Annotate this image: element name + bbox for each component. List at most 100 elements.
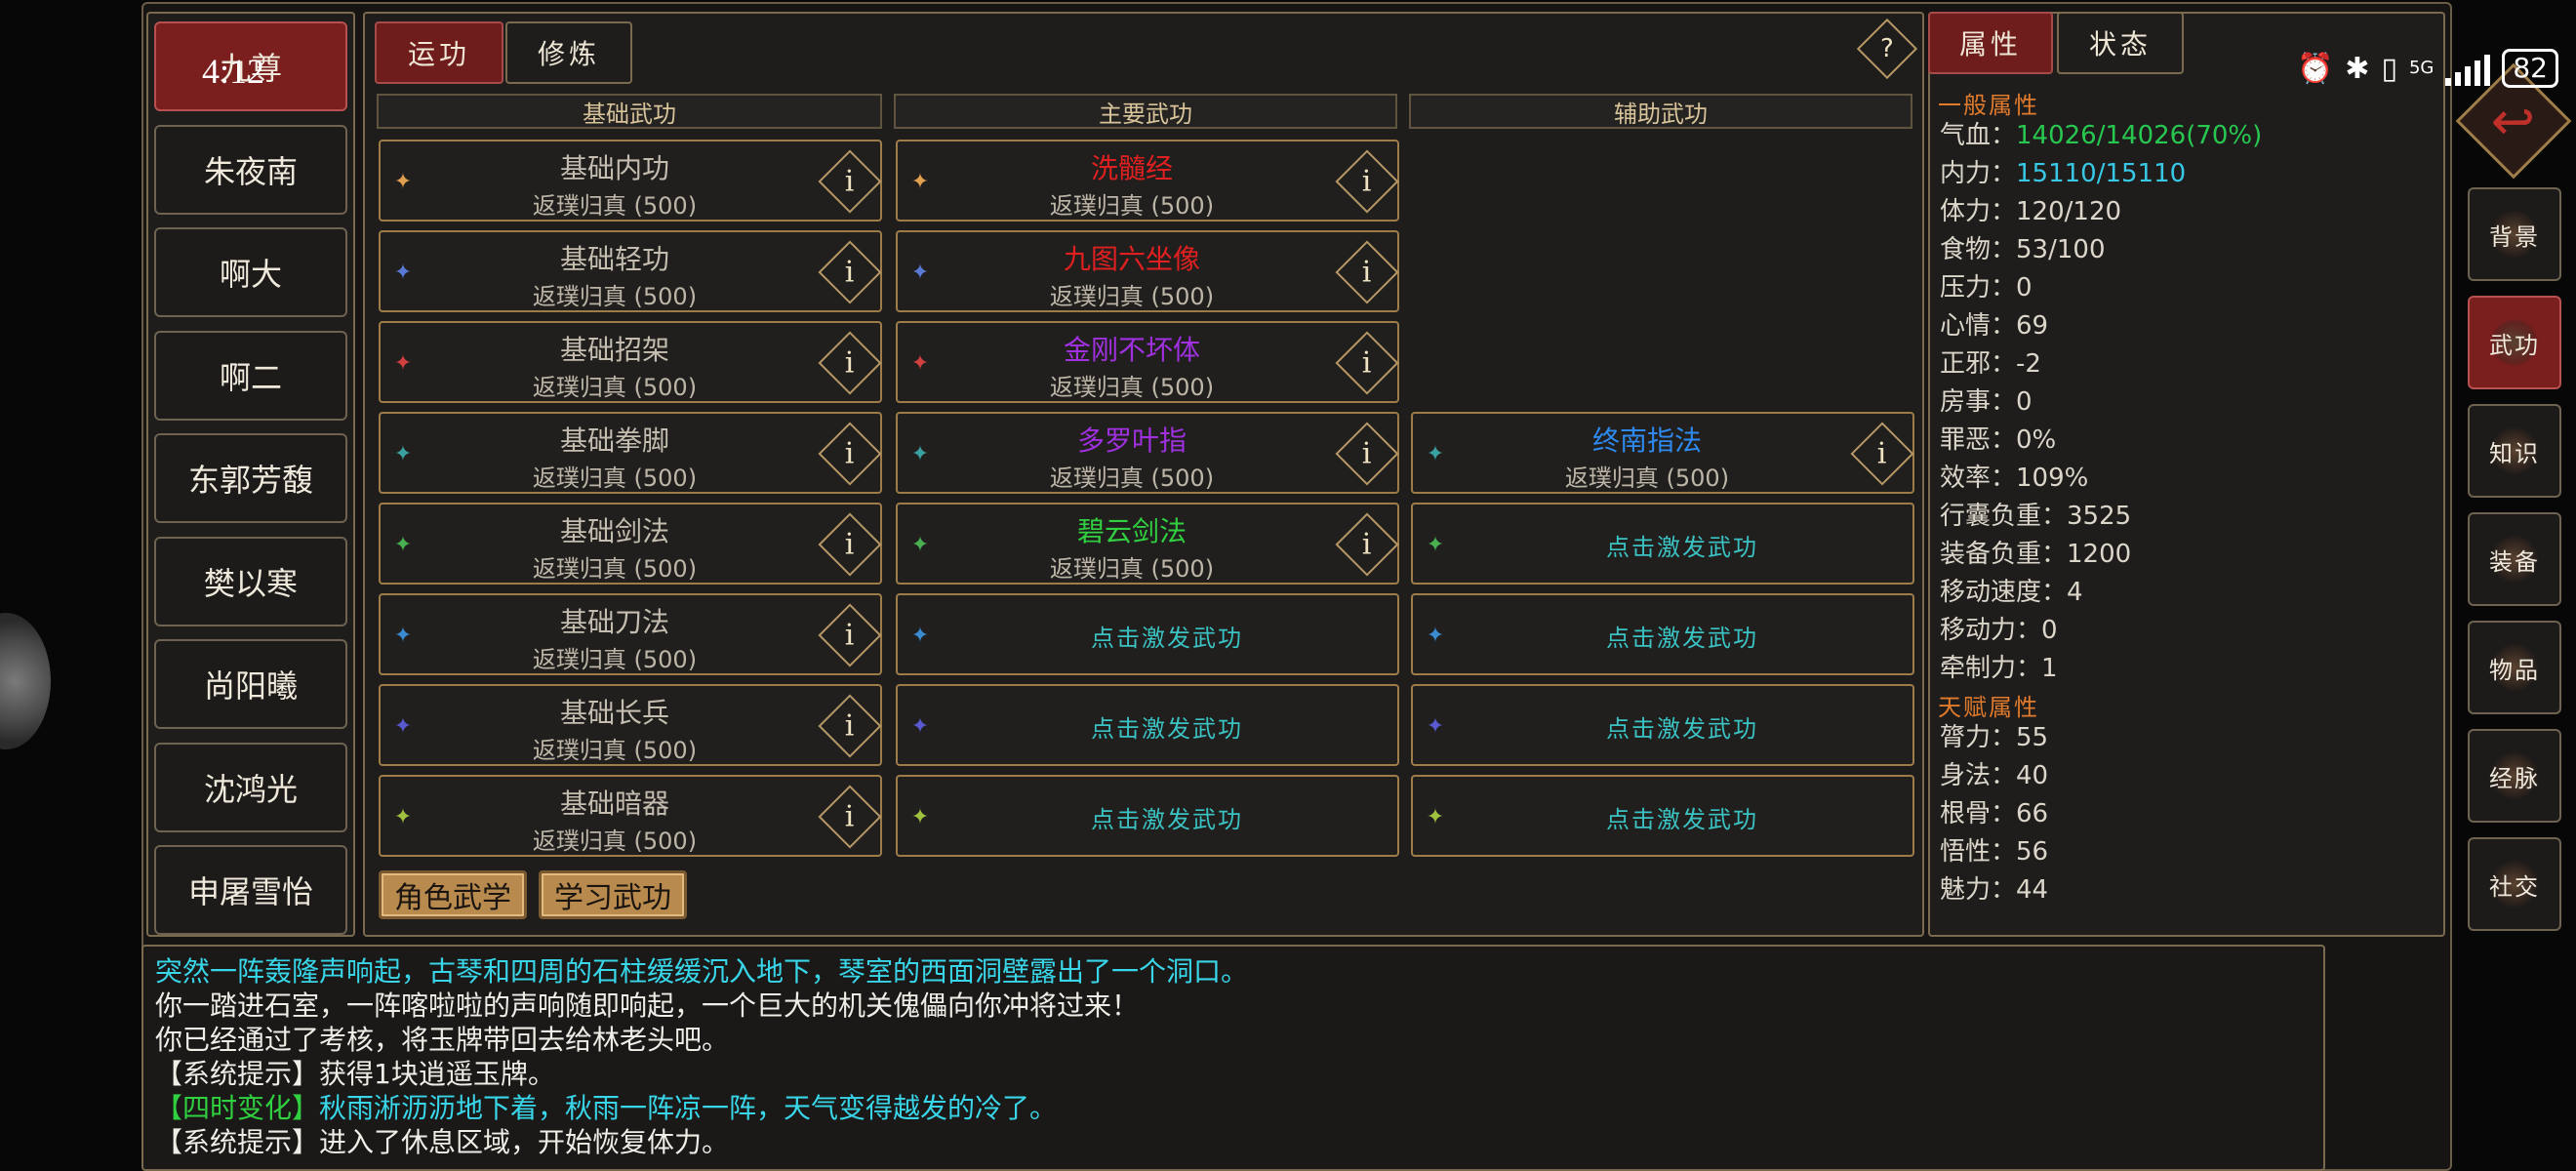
side-menu-button[interactable]: 武功 [2468,296,2561,389]
battery-indicator: 82 [2502,49,2558,88]
basic-skill-slot[interactable]: ✦ 基础拳脚 返璞归真 (500) i [379,412,882,494]
side-menu-button[interactable]: 经脉 [2468,729,2561,823]
character-button[interactable]: 啊二 [154,330,347,421]
blade-icon: ✦ [393,623,413,648]
tab-practice[interactable]: 运功 [375,21,503,84]
side-menu-button[interactable]: 知识 [2468,404,2561,498]
attribute-value: 109% [2016,464,2089,493]
info-button[interactable]: i [1335,331,1399,395]
attribute-value: 120/120 [2016,197,2122,226]
character-name: 啊大 [219,256,282,293]
column-header-basic: 基础武功 [377,94,882,129]
skill-level: 返璞归真 (500) [532,374,698,401]
attribute-label: 魅力： [1940,875,2017,905]
sword-icon: ✦ [393,532,413,557]
info-icon: i [845,255,855,290]
info-button[interactable]: i [818,694,882,758]
info-button[interactable]: i [1850,422,1914,486]
skill-name: 终南指法 [1591,424,1702,457]
attribute-row: 装备负重：1200 [1940,534,2131,570]
aux-skill-slot[interactable]: ✦ 终南指法 返璞归真 (500) i [1411,412,1914,494]
info-button[interactable]: i [818,240,882,304]
info-button[interactable]: i [1335,149,1399,214]
info-icon: i [1362,345,1372,381]
side-menu-button[interactable]: 背景 [2468,187,2561,281]
side-menu-button[interactable]: 装备 [2468,512,2561,606]
skill-name: 基础长兵 [559,697,669,729]
character-button[interactable]: 朱夜南 [154,124,347,215]
main-skill-slot[interactable]: ✦ 洗髓经 返璞归真 (500) i [896,140,1399,222]
skill-name: 基础暗器 [559,787,669,820]
character-button[interactable]: 啊大 [154,227,347,317]
attribute-value: 15110/15110 [2016,159,2187,188]
aux-skill-slot[interactable]: ✦ 点击激发武功 [1411,503,1914,585]
info-button[interactable]: i [818,785,882,849]
attribute-row: 体力：120/120 [1940,191,2121,227]
basic-skill-slot[interactable]: ✦ 基础暗器 返璞归真 (500) i [379,775,882,857]
attribute-label: 根骨： [1940,799,2017,828]
sword-icon: ✦ [910,532,930,557]
main-skill-slot[interactable]: ✦ 九图六坐像 返璞归真 (500) i [896,230,1399,312]
basic-skill-slot[interactable]: ✦ 基础剑法 返璞归真 (500) i [379,503,882,585]
main-skill-slot[interactable]: ✦ 点击激发武功 [896,593,1399,675]
aux-skill-slot[interactable]: ✦ 点击激发武功 [1411,775,1914,857]
main-skill-slot[interactable]: ✦ 多罗叶指 返璞归真 (500) i [896,412,1399,494]
main-skill-slot[interactable]: ✦ 碧云剑法返璞归真 (500) i [896,503,1399,585]
aux-skill-slot[interactable]: ✦ 点击激发武功 [1411,593,1914,675]
info-icon: i [1362,164,1372,199]
character-button[interactable]: 尚阳曦 [154,639,347,729]
basic-skill-slot[interactable]: ✦ 基础刀法 返璞归真 (500) i [379,593,882,675]
character-martial-button[interactable]: 角色武学 [379,870,527,919]
attribute-label: 悟性： [1940,837,2017,867]
attribute-label: 装备负重： [1940,540,2068,569]
skill-level: 返璞归真 (500) [1049,464,1215,492]
main-skill-slot[interactable]: ✦ 点击激发武功 [896,775,1399,857]
attributes-scroll-area[interactable]: 一般属性 气血：14026/14026(70%) 内力：15110/15110 体力：… [1928,78,2445,933]
back-arrow-icon: ↩ [2491,90,2536,152]
log-line: 你一踏进石室，一阵喀啦啦的声响随即响起，一个巨大的机关傀儡向你冲将过来！ [155,989,2312,1023]
attribute-row: 气血：14026/14026(70%) [1940,115,2262,151]
info-button[interactable]: i [818,603,882,667]
attribute-row: 罪恶：0% [1940,420,2056,456]
info-button[interactable]: i [1335,422,1399,486]
message-log[interactable]: 突然一阵轰隆声响起，古琴和四周的石柱缓缓沉入地下，琴室的西面洞壁露出了一个洞口。… [141,945,2325,1171]
fist-icon: ✦ [393,441,413,466]
main-skill-slot[interactable]: ✦ 金刚不坏体 返璞归真 (500) i [896,321,1399,403]
skill-name: 基础刀法 [559,606,669,638]
skill-level: 返璞归真 (500) [1049,555,1215,583]
side-menu-button[interactable]: 物品 [2468,621,2561,714]
log-text: 【系统提示】进入了休息区域，开始恢复体力。 [155,1126,730,1158]
attribute-value: 0 [2016,273,2033,303]
log-line: 突然一阵轰隆声响起，古琴和四周的石柱缓缓沉入地下，琴室的西面洞壁露出了一个洞口。 [155,954,2312,989]
info-icon: i [845,618,855,653]
attribute-row: 魅力：44 [1940,869,2048,906]
tab-attributes[interactable]: 属性 [1928,12,2053,74]
info-button[interactable]: i [1335,240,1399,304]
attribute-label: 心情： [1940,311,2017,341]
aux-skill-slot[interactable]: ✦ 点击激发武功 [1411,684,1914,766]
info-button[interactable]: i [818,331,882,395]
basic-skill-slot[interactable]: ✦ 基础招架 返璞归真 (500) i [379,321,882,403]
basic-skill-slot[interactable]: ✦ 基础内功 返璞归真 (500) i [379,140,882,222]
character-button[interactable]: 东郭芳馥 [154,433,347,523]
basic-skill-slot[interactable]: ✦ 基础轻功 返璞归真 (500) i [379,230,882,312]
character-button[interactable]: 沈鸿光 [154,742,347,832]
character-button[interactable]: 樊以寒 [154,536,347,626]
tab-status[interactable]: 状态 [2057,12,2184,74]
attribute-row: 身法：40 [1940,755,2048,791]
info-button[interactable]: i [818,512,882,577]
side-menu-button[interactable]: 社交 [2468,837,2561,931]
attribute-label: 膂力： [1940,723,2017,752]
character-button[interactable]: 申屠雪怡 [154,845,347,935]
basic-skill-slot[interactable]: ✦ 基础长兵 返璞归真 (500) i [379,684,882,766]
learn-martial-button[interactable]: 学习武功 [539,870,687,919]
tab-train[interactable]: 修炼 [505,21,632,84]
main-skill-slot[interactable]: ✦ 点击激发武功 [896,684,1399,766]
skill-name: 碧云剑法 [1076,515,1187,547]
attribute-value: 1 [2041,654,2058,683]
info-button[interactable]: i [1335,512,1399,577]
floating-assistant-ball[interactable] [0,613,51,749]
info-button[interactable]: i [818,149,882,214]
info-button[interactable]: i [818,422,882,486]
skill-level: 返璞归真 (500) [532,283,698,310]
